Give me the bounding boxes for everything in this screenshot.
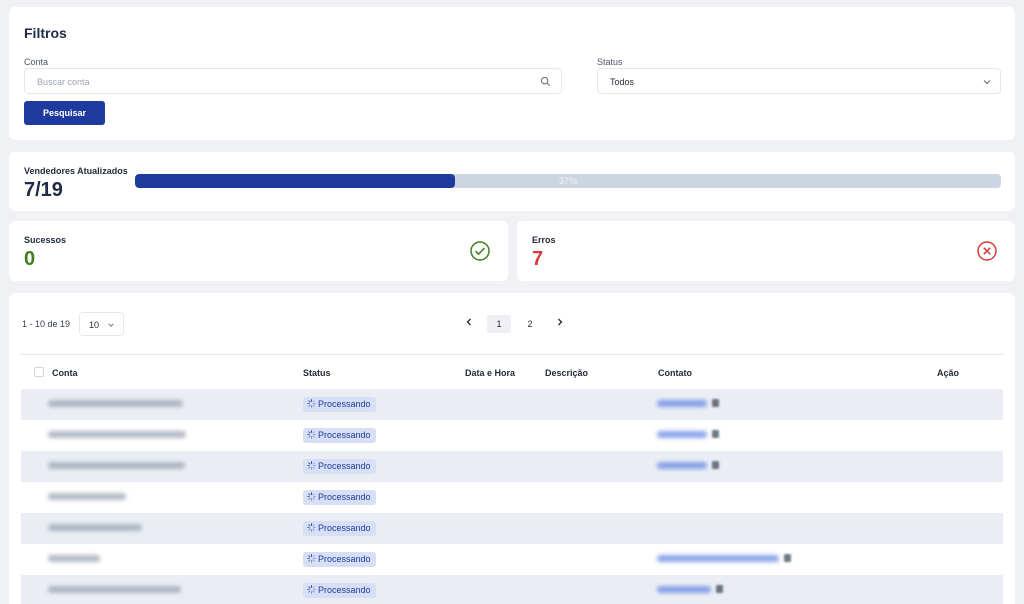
status-badge: Processando — [303, 552, 376, 567]
status-label: Status — [597, 57, 623, 67]
table-row[interactable]: Processando — [21, 482, 1003, 513]
chevron-down-icon — [108, 323, 114, 327]
header-contact[interactable]: Contato — [658, 368, 692, 378]
table-row[interactable]: Processando — [21, 575, 1003, 604]
copy-icon[interactable] — [712, 430, 719, 438]
header-datetime[interactable]: Data e Hora — [465, 368, 515, 378]
status-select-value: Todos — [610, 77, 635, 87]
chevron-right-icon[interactable] — [555, 317, 565, 327]
table-row[interactable]: Processando — [21, 544, 1003, 575]
status-badge: Processando — [303, 521, 376, 536]
status-badge: Processando — [303, 490, 376, 505]
spinner-icon — [307, 585, 316, 594]
table-row[interactable]: Processando — [21, 420, 1003, 451]
copy-icon[interactable] — [716, 585, 723, 593]
results-table-panel: 1 - 10 de 19 10 1 2 Conta Status Data e … — [9, 293, 1015, 604]
contact-link-redacted[interactable] — [657, 586, 711, 593]
account-name-redacted — [48, 400, 183, 407]
progress-label: Vendedores Atualizados — [24, 166, 128, 176]
status-select[interactable]: Todos — [597, 68, 1001, 94]
spinner-icon — [307, 461, 316, 470]
account-label: Conta — [24, 57, 49, 67]
check-circle-icon — [470, 241, 490, 261]
spinner-icon — [307, 492, 316, 501]
spinner-icon — [307, 399, 316, 408]
copy-icon[interactable] — [712, 399, 719, 407]
progress-panel: Vendedores Atualizados 7/19 37% — [9, 152, 1015, 211]
status-badge: Processando — [303, 459, 376, 474]
table-row[interactable]: Processando — [21, 389, 1003, 420]
contact-link-redacted[interactable] — [657, 400, 707, 407]
account-name-redacted — [48, 524, 142, 531]
success-stat-card: Sucessos 0 — [9, 221, 508, 281]
page-button-2[interactable]: 2 — [518, 315, 542, 333]
table-row[interactable]: Processando — [21, 513, 1003, 544]
filters-title: Filtros — [24, 25, 67, 41]
status-badge: Processando — [303, 583, 376, 598]
contact-link-redacted[interactable] — [657, 431, 707, 438]
spinner-icon — [307, 523, 316, 532]
status-badge: Processando — [303, 428, 376, 443]
progress-percent: 37% — [558, 176, 577, 186]
pagination-range: 1 - 10 de 19 — [22, 319, 71, 329]
account-name-redacted — [48, 493, 126, 500]
x-circle-icon — [977, 241, 997, 261]
errors-label: Erros — [532, 235, 556, 245]
contact-link-redacted[interactable] — [657, 555, 779, 562]
copy-icon[interactable] — [784, 554, 791, 562]
account-name-redacted — [48, 555, 100, 562]
account-name-redacted — [48, 431, 186, 438]
table-row[interactable]: Processando — [21, 451, 1003, 482]
account-name-redacted — [48, 462, 185, 469]
errors-count: 7 — [532, 248, 544, 270]
status-badge-label: Processando — [318, 554, 371, 564]
progress-bar: 37% — [135, 174, 1001, 188]
status-badge-label: Processando — [318, 430, 371, 440]
header-action[interactable]: Ação — [937, 368, 959, 378]
contact-link-redacted[interactable] — [657, 462, 707, 469]
spinner-icon — [307, 430, 316, 439]
header-account[interactable]: Conta — [52, 368, 78, 378]
page-button-1[interactable]: 1 — [487, 315, 511, 333]
status-badge-label: Processando — [318, 523, 371, 533]
success-count: 0 — [24, 248, 36, 270]
status-badge-label: Processando — [318, 399, 371, 409]
table-header: Conta Status Data e Hora Descrição Conta… — [21, 354, 1003, 389]
chevron-down-icon — [983, 80, 991, 85]
account-search-placeholder: Buscar conta — [37, 77, 90, 87]
status-badge-label: Processando — [318, 585, 371, 595]
header-status[interactable]: Status — [303, 368, 331, 378]
account-search-input[interactable]: Buscar conta — [24, 68, 562, 94]
spinner-icon — [307, 554, 316, 563]
status-badge-label: Processando — [318, 492, 371, 502]
success-label: Sucessos — [24, 235, 67, 245]
search-button[interactable]: Pesquisar — [24, 101, 105, 125]
copy-icon[interactable] — [712, 461, 719, 469]
chevron-left-icon[interactable] — [464, 317, 474, 327]
account-name-redacted — [48, 586, 181, 593]
status-badge-label: Processando — [318, 461, 371, 471]
progress-count: 7/19 — [24, 179, 63, 201]
filters-panel: Filtros Conta Buscar conta Status Todos … — [9, 7, 1015, 140]
errors-stat-card: Erros 7 — [517, 221, 1015, 281]
status-badge: Processando — [303, 397, 376, 412]
select-all-checkbox[interactable] — [34, 367, 44, 377]
page-size-value: 10 — [89, 320, 100, 330]
header-description[interactable]: Descrição — [545, 368, 588, 378]
search-icon[interactable] — [540, 76, 551, 87]
page-size-select[interactable]: 10 — [79, 312, 124, 336]
